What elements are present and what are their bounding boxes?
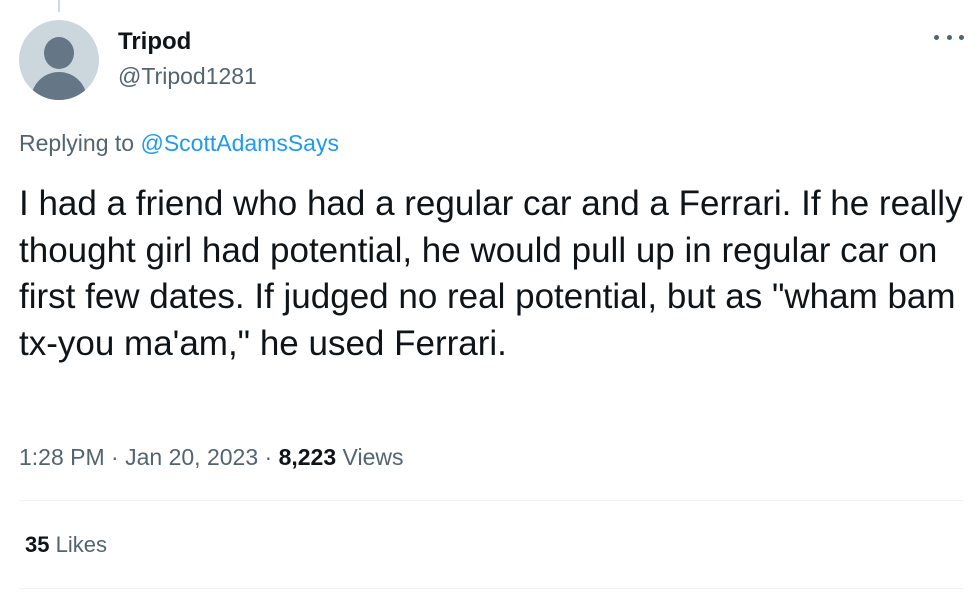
avatar[interactable] — [19, 20, 99, 100]
likes-link[interactable]: 35 Likes — [25, 531, 107, 559]
meta-separator: · — [264, 444, 273, 470]
likes-count: 35 — [25, 532, 50, 557]
replying-to-mention-link[interactable]: @ScottAdamsSays — [140, 130, 338, 156]
likes-label: Likes — [55, 532, 107, 557]
tweet-metadata: 1:28 PM · Jan 20, 2023 · 8,223 Views — [19, 443, 403, 471]
thread-connector-line — [58, 0, 60, 12]
views-count: 8,223 — [278, 444, 337, 470]
tweet-date[interactable]: Jan 20, 2023 — [125, 444, 258, 470]
avatar-head-shape — [44, 37, 74, 69]
more-dots-icon[interactable] — [934, 27, 964, 47]
views-label: Views — [342, 444, 404, 470]
author-handle[interactable]: @Tripod1281 — [118, 62, 257, 90]
divider — [19, 500, 964, 501]
divider — [19, 588, 964, 589]
tweet-text: I had a friend who had a regular car and… — [19, 184, 963, 363]
meta-separator: · — [111, 444, 119, 470]
more-dot — [946, 34, 952, 40]
more-dot — [934, 34, 939, 40]
more-dot — [959, 34, 964, 40]
tweet-time[interactable]: 1:28 PM — [19, 444, 105, 470]
avatar-body-shape — [31, 72, 87, 100]
replying-to-prefix: Replying to — [19, 130, 135, 156]
author-display-name[interactable]: Tripod — [118, 28, 191, 56]
replying-to-line: Replying to @ScottAdamsSays — [19, 129, 339, 157]
